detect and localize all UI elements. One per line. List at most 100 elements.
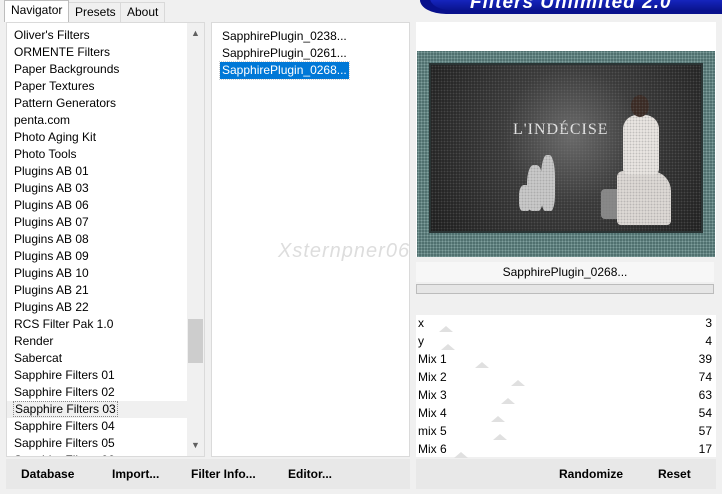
scroll-up-icon[interactable]: ▲ [187,25,204,42]
category-item[interactable]: Plugins AB 22 [7,299,187,316]
filter-info-button[interactable]: Filter Info... [191,467,256,481]
preview-figure [601,89,679,229]
category-scrollbar[interactable]: ▲ ▼ [187,23,204,456]
bottom-toolbar-left: Database Import... Filter Info... Editor… [6,459,410,489]
category-label: Sabercat [14,351,63,365]
category-item[interactable]: Plugins AB 21 [7,282,187,299]
param-label: y [418,334,424,348]
param-slider[interactable]: Mix 1 39 [416,351,716,368]
category-item[interactable]: penta.com [7,112,187,129]
category-label: Sapphire Filters 01 [14,368,115,382]
tab-about[interactable]: About [120,2,166,22]
tab-presets[interactable]: Presets [68,2,123,22]
param-value: 39 [698,352,712,366]
slider-thumb-icon[interactable] [501,398,515,404]
category-item[interactable]: RCS Filter Pak 1.0 [7,316,187,333]
param-label: Mix 6 [418,442,447,456]
param-slider[interactable]: y4 [416,333,716,350]
category-label: RCS Filter Pak 1.0 [14,317,114,331]
category-label: Sapphire Filters 03 [13,401,118,417]
param-slider[interactable]: Mix 6 17 [416,441,716,458]
slider-thumb-icon[interactable] [475,362,489,368]
category-label: Oliver's Filters [14,28,90,42]
category-label: ORMENTE Filters [14,45,110,59]
category-item[interactable]: Paper Textures [7,78,187,95]
category-item[interactable]: Photo Aging Kit [7,129,187,146]
param-slider[interactable]: Mix 3 63 [416,387,716,404]
filter-item-selected[interactable]: SapphirePlugin_0268... [219,61,350,80]
param-label: mix 5 [418,424,447,438]
category-item[interactable]: Sapphire Filters 05 [7,435,187,452]
category-label: Sapphire Filters 05 [14,436,115,450]
editor-button[interactable]: Editor... [288,467,332,481]
parameter-list: x 3 y 4 Mix 1 39 Mix 2 74 Mix 3 63 Mix 4 54 mix 5 57 M… [416,315,716,458]
param-label: Mix 1 [418,352,447,366]
category-label: Sapphire Filters 06 [14,453,115,456]
watermark: Xsternpner06 [278,240,411,262]
category-item[interactable]: Sapphire Filters 06 [7,452,187,456]
category-label: Render [14,334,54,348]
param-label: Mix 4 [418,406,447,420]
param-label: Mix 2 [418,370,447,384]
slider-thumb-icon[interactable] [441,344,456,350]
param-slider[interactable]: Mix 4 54 [416,405,716,422]
category-item[interactable]: Oliver's Filters [7,27,187,44]
category-item[interactable]: Photo Tools [7,146,187,163]
param-slider[interactable]: Mix 2 74 [416,369,716,386]
category-item[interactable]: Sabercat [7,350,187,367]
title-banner: Filters Unlimited 2.0 [420,0,722,14]
preview-area: L'INDÉCISE [416,22,716,257]
category-item[interactable]: Plugins AB 08 [7,231,187,248]
slider-thumb-icon[interactable] [490,416,505,422]
param-slider[interactable]: x3 [416,315,716,332]
filter-item[interactable]: SapphirePlugin_0238... [220,28,349,45]
category-label: Plugins AB 09 [14,249,89,263]
progress-bar [416,284,714,294]
slider-thumb-icon[interactable] [454,452,469,458]
param-value: 17 [698,442,712,456]
slider-thumb-icon[interactable] [438,326,453,332]
category-item[interactable]: Plugins AB 06 [7,197,187,214]
category-label: penta.com [14,113,71,127]
banner-title: Filters Unlimited 2.0 [470,0,672,13]
param-label: Mix 3 [418,388,447,402]
category-label: Photo Aging Kit [14,130,97,144]
category-label: Paper Textures [14,79,95,93]
param-value: 3 [705,316,712,330]
filter-item[interactable]: SapphirePlugin_0261... [220,45,349,62]
randomize-button[interactable]: Randomize [559,467,623,481]
database-button[interactable]: Database [21,467,74,481]
bottom-toolbar-right: Randomize Reset [416,459,716,489]
tab-bar: Navigator Presets About Filters Unlimite… [0,0,722,22]
slider-thumb-icon[interactable] [493,434,508,440]
category-label: Photo Tools [14,147,77,161]
category-item[interactable]: ORMENTE Filters [7,44,187,61]
tab-navigator[interactable]: Navigator [4,0,70,22]
preview-image-text: L'INDÉCISE [513,121,609,138]
param-value: 74 [698,370,712,384]
category-item-selected[interactable]: Sapphire Filters 03 [7,401,187,418]
category-item[interactable]: Plugins AB 07 [7,214,187,231]
category-item[interactable]: Render [7,333,187,350]
category-label: Plugins AB 07 [14,215,89,229]
category-item[interactable]: Plugins AB 10 [7,265,187,282]
category-item[interactable]: Sapphire Filters 04 [7,418,187,435]
category-item[interactable]: Sapphire Filters 02 [7,384,187,401]
category-item[interactable]: Plugins AB 09 [7,248,187,265]
slider-thumb-icon[interactable] [511,380,526,386]
category-item[interactable]: Pattern Generators [7,95,187,112]
category-label: Sapphire Filters 02 [14,385,115,399]
import-button[interactable]: Import... [112,467,159,481]
category-item[interactable]: Paper Backgrounds [7,61,187,78]
param-slider[interactable]: mix 5 57 [416,423,716,440]
category-label: Plugins AB 06 [14,198,89,212]
param-value: 4 [705,334,712,348]
category-list-panel: Oliver's Filters ORMENTE Filters Paper Bac… [6,22,205,457]
reset-button[interactable]: Reset [658,467,691,481]
category-label: Plugins AB 10 [14,266,89,280]
category-item[interactable]: Sapphire Filters 01 [7,367,187,384]
scroll-down-icon[interactable]: ▼ [187,437,204,454]
category-item[interactable]: Plugins AB 01 [7,163,187,180]
category-item[interactable]: Plugins AB 03 [7,180,187,197]
scroll-thumb[interactable] [188,319,203,363]
